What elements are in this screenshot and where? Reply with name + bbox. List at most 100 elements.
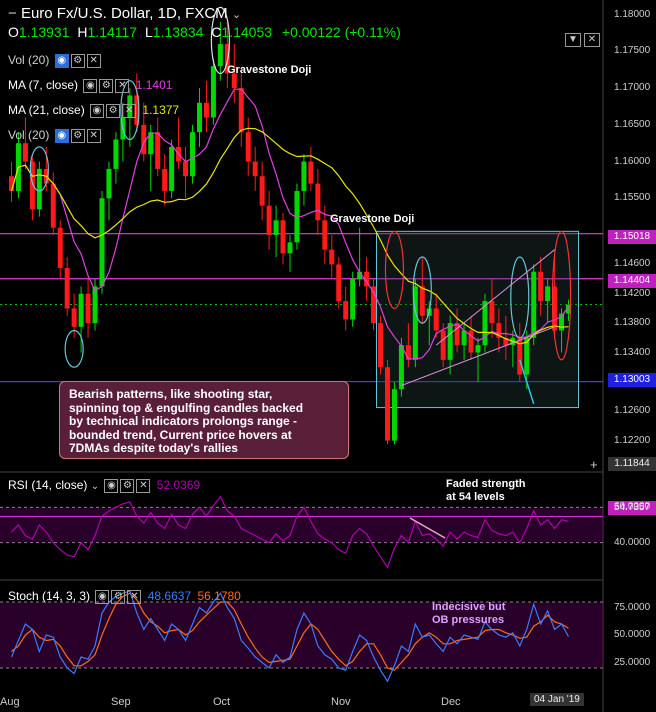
candle-body — [461, 330, 467, 346]
collapse-icon[interactable]: − — [8, 5, 17, 22]
settings-icon: ⚙ — [99, 78, 114, 93]
indicator-ma7[interactable]: MA (7, close) ◉ ⚙ ✕ 1.1401 — [8, 78, 172, 93]
eye-icon: ◉ — [104, 478, 119, 493]
stoch-k-value: 48.6637 — [147, 589, 192, 603]
stoch-tick: 25.0000 — [614, 656, 651, 668]
stoch-tick: 50.0000 — [614, 629, 651, 640]
price-tick: 1.13400 — [614, 346, 651, 358]
close-icon[interactable]: ✕ — [584, 33, 600, 47]
plus-icon[interactable]: + — [590, 457, 598, 472]
close-icon: ✕ — [115, 78, 130, 93]
candle-body — [99, 198, 105, 287]
candle-body — [489, 301, 495, 324]
candle-body — [113, 139, 119, 169]
price-tick: 1.14600 — [614, 258, 651, 270]
annotation-doji2: Gravestone Doji — [330, 213, 415, 225]
candle-body — [22, 143, 28, 162]
open-value: 1.13931 — [18, 24, 70, 40]
candle-body — [259, 176, 265, 206]
candle-body — [78, 293, 84, 327]
candle-body — [308, 161, 314, 184]
candle-body — [71, 308, 77, 327]
rsi-value: 52.0369 — [156, 478, 201, 492]
candle-body — [447, 323, 453, 360]
price-tick: 1.13800 — [614, 317, 651, 329]
eye-icon: ◉ — [83, 78, 98, 93]
date-tag: 04 Jan '19 — [530, 693, 584, 706]
eye-icon: ◉ — [95, 589, 110, 604]
rsi-tick: 40.0000 — [614, 536, 651, 548]
rsi-tick: 60.0000 — [614, 501, 651, 513]
candle-body — [329, 249, 335, 265]
low-value: 1.13834 — [152, 24, 204, 40]
price-tick: 1.15500 — [614, 192, 651, 204]
candle-body — [217, 44, 223, 67]
settings-icon: ⚙ — [111, 589, 126, 604]
chart-header: − Euro Fx/U.S. Dollar, 1D, FXCM ⌄ — [8, 5, 241, 22]
candle-body — [92, 286, 98, 324]
chevron-down-icon[interactable]: ⌄ — [232, 9, 241, 21]
candle-body — [238, 88, 244, 133]
candle-body — [343, 301, 349, 320]
indicator-vol2[interactable]: Vol (20) ◉ ⚙ ✕ — [8, 128, 101, 143]
indicator-rsi[interactable]: RSI (14, close) ⌄ ◉ ⚙ ✕ 52.0369 — [8, 478, 200, 493]
candle-body — [190, 132, 196, 177]
month-label: Oct — [213, 696, 231, 708]
rsi-band — [0, 507, 603, 543]
candle-body — [280, 220, 286, 254]
price-tick: 1.17000 — [614, 82, 651, 94]
close-icon: ✕ — [136, 478, 151, 493]
indicator-vol1[interactable]: Vol (20) ◉ ⚙ ✕ — [8, 53, 101, 68]
annotation-stoch: Indecisive but OB pressures — [432, 601, 506, 626]
candle-body — [252, 161, 258, 177]
candle-body — [196, 102, 202, 133]
candle-body — [322, 220, 328, 250]
month-label: Sep — [111, 696, 131, 708]
candle-body — [384, 367, 390, 441]
close-value: 1.14053 — [221, 24, 273, 40]
symbol-title[interactable]: Euro Fx/U.S. Dollar, 1D, FXCM — [21, 5, 228, 22]
chevron-down-icon: ⌄ — [90, 481, 100, 492]
tag-last: 1.11844 — [608, 457, 656, 471]
price-tick: 1.12600 — [614, 405, 651, 417]
stoch-d-value: 56.1780 — [197, 589, 241, 603]
ohlc-row: O1.13931 H1.14117 L1.13834 C1.14053 +0.0… — [8, 24, 401, 40]
close-icon: ✕ — [127, 589, 142, 604]
candle-body — [266, 205, 272, 235]
settings-icon: ⚙ — [70, 53, 85, 68]
candle-body — [245, 132, 251, 162]
candle-body — [203, 102, 209, 118]
candle-body — [85, 293, 91, 324]
indicator-stoch[interactable]: Stoch (14, 3, 3) ◉ ⚙ ✕ 48.6637 56.1780 — [8, 589, 241, 604]
price-tick: 1.16000 — [614, 155, 651, 167]
close-icon: ✕ — [86, 53, 101, 68]
price-tick: 1.14200 — [614, 287, 651, 299]
candle-body — [50, 183, 56, 228]
settings-icon: ⚙ — [70, 128, 85, 143]
change-value: +0.00122 (+0.11%) — [281, 24, 401, 40]
eye-icon: ◉ — [54, 53, 69, 68]
candle-body — [531, 271, 537, 338]
ma21-value: 1.1377 — [142, 103, 180, 117]
eye-icon: ◉ — [90, 103, 105, 118]
tag-mid: 1.14404 — [608, 274, 656, 288]
indicator-ma21[interactable]: MA (21, close) ◉ ⚙ ✕ 1.1377 — [8, 103, 179, 118]
candle-body — [378, 323, 384, 368]
candle-body — [538, 271, 544, 302]
settings-icon: ⚙ — [120, 478, 135, 493]
candle-body — [106, 168, 112, 199]
tag-upper: 1.15018 — [608, 230, 656, 244]
settings-icon: ⚙ — [106, 103, 121, 118]
candle-body — [155, 132, 161, 169]
annotation-note: Bearish patterns, like shooting star, sp… — [59, 381, 349, 459]
indicator-panels — [0, 506, 603, 669]
ma7-value: 1.1401 — [135, 78, 173, 92]
scroll-down-icon[interactable]: ▼ — [565, 33, 581, 47]
close-icon: ✕ — [86, 128, 101, 143]
candle-body — [419, 286, 425, 316]
candle-body — [64, 268, 70, 309]
month-label: Nov — [331, 696, 351, 708]
month-label: Dec — [441, 696, 461, 708]
eye-icon: ◉ — [54, 128, 69, 143]
candle-body — [162, 168, 168, 191]
